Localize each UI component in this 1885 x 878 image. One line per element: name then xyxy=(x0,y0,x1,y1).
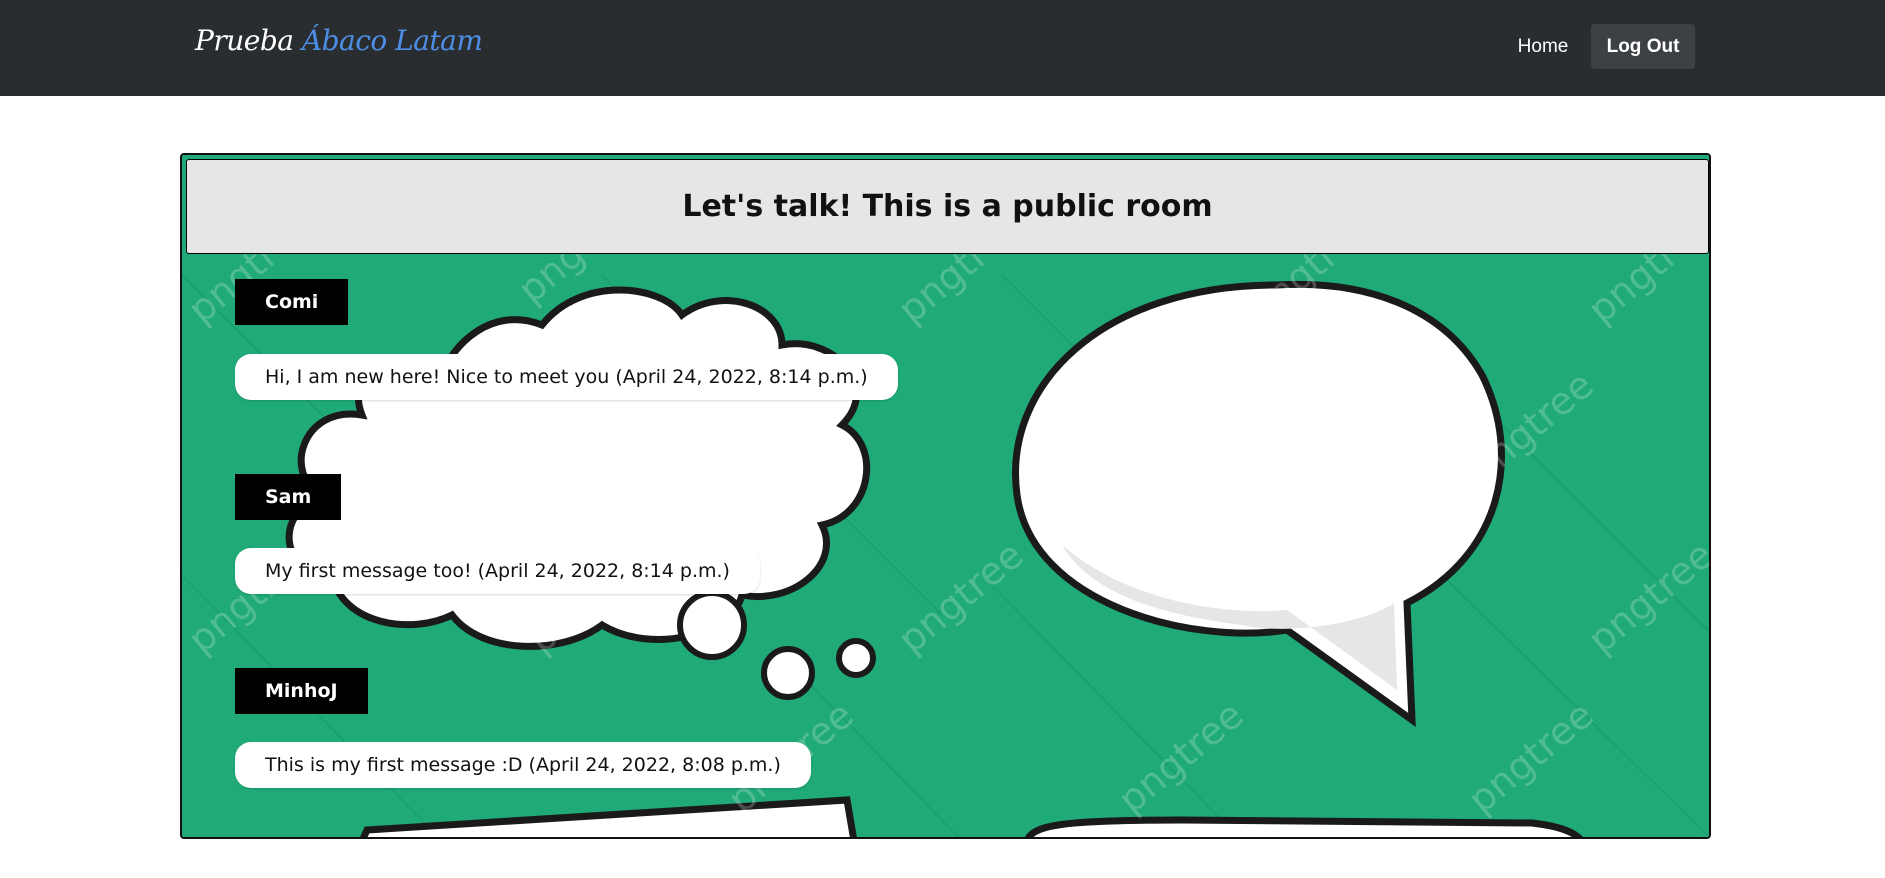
message-bubble: My first message too! (April 24, 2022, 8… xyxy=(235,548,760,594)
message-bubble: This is my first message :D (April 24, 2… xyxy=(235,742,811,788)
brand-accent-text: Ábaco Latam xyxy=(301,24,483,57)
chat-room-panel: pngtree pngtree pngtree pngtree pngtree … xyxy=(180,153,1711,839)
message-username: Comi xyxy=(235,279,349,325)
logout-button[interactable]: Log Out xyxy=(1591,24,1695,69)
nav-home-link[interactable]: Home xyxy=(1505,24,1581,69)
message-username: Sam xyxy=(235,474,342,520)
message-list: Comi Hi, I am new here! Nice to meet you… xyxy=(182,155,1709,837)
message-username: MinhoJ xyxy=(235,668,368,714)
message-bubble: Hi, I am new here! Nice to meet you (Apr… xyxy=(235,354,898,400)
brand-main-text: Prueba xyxy=(195,24,294,57)
navbar: Prueba Ábaco Latam Home Log Out xyxy=(0,0,1885,96)
brand-logo[interactable]: Prueba Ábaco Latam xyxy=(195,24,483,57)
